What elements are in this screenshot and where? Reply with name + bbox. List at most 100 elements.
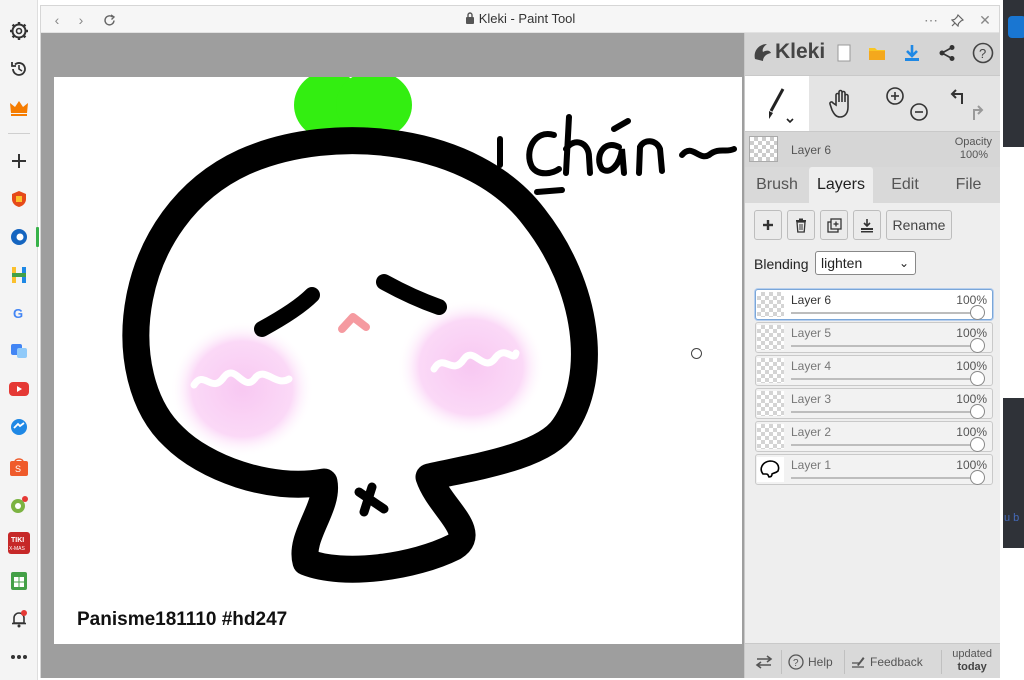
svg-text:?: ? xyxy=(793,658,799,669)
delete-layer-button[interactable] xyxy=(787,210,815,240)
add-layer-button[interactable] xyxy=(754,210,782,240)
more-icon[interactable] xyxy=(6,644,32,670)
rename-layer-button[interactable]: Rename xyxy=(886,210,952,240)
layer-opacity-track xyxy=(791,378,982,380)
h-app-icon[interactable] xyxy=(6,262,32,288)
blending-select[interactable]: lighten ⌄ xyxy=(815,251,916,275)
mouth-x xyxy=(354,482,389,517)
add-icon[interactable] xyxy=(6,148,32,174)
brush-cursor xyxy=(691,348,702,359)
close-icon[interactable]: ✕ xyxy=(975,10,995,30)
layer-thumbnail xyxy=(757,457,784,482)
swap-sides-button[interactable] xyxy=(755,644,773,679)
layer-opacity-slider[interactable] xyxy=(970,305,985,320)
bell-icon[interactable] xyxy=(6,606,32,632)
layer-opacity-slider[interactable] xyxy=(970,437,985,452)
eye-right xyxy=(376,274,447,315)
browser-sidebar: G S TIKI X-MAS xyxy=(0,0,39,680)
current-layer-thumbnail xyxy=(749,136,778,162)
tiki-icon[interactable]: TIKI X-MAS xyxy=(6,530,32,556)
layer-opacity: 100% xyxy=(956,293,987,307)
title-bar: ‹ › Kleki - Paint Tool ⋯ ✕ xyxy=(41,6,999,33)
browser-window: ‹ › Kleki - Paint Tool ⋯ ✕ Panisme181110… xyxy=(40,5,1000,678)
new-file-icon[interactable] xyxy=(832,41,856,65)
duplicate-layer-button[interactable] xyxy=(820,210,848,240)
crown-icon[interactable] xyxy=(6,95,32,121)
layer-row-5[interactable]: Layer 5 100% xyxy=(755,322,993,353)
plus-icon xyxy=(763,220,773,230)
layer-name: Layer 4 xyxy=(791,359,832,373)
kleki-logo: Kleki xyxy=(751,40,825,64)
help-button[interactable]: ? Help xyxy=(788,644,833,679)
undo-redo-tool[interactable] xyxy=(937,76,999,132)
download-icon[interactable] xyxy=(900,41,924,65)
pin-icon[interactable] xyxy=(947,10,967,30)
translate-icon[interactable] xyxy=(6,338,32,364)
layer-opacity-slider[interactable] xyxy=(970,338,985,353)
menu-dots-icon[interactable]: ⋯ xyxy=(921,10,941,30)
feedback-button[interactable]: Feedback xyxy=(851,644,923,679)
layer-opacity: 100% xyxy=(956,392,987,406)
footer-divider xyxy=(941,650,942,674)
layer-row-2[interactable]: Layer 2 100% xyxy=(755,421,993,452)
active-indicator xyxy=(36,227,39,247)
layer-opacity: 100% xyxy=(956,458,987,472)
canvas-area[interactable]: Panisme181110 #hd247 xyxy=(41,33,744,678)
layer-opacity-track xyxy=(791,444,982,446)
layer-opacity-track xyxy=(791,345,982,347)
layer-opacity: 100% xyxy=(956,425,987,439)
chat-app-icon[interactable] xyxy=(6,492,32,518)
share-icon[interactable] xyxy=(935,41,959,65)
layer-thumbnail xyxy=(757,292,784,317)
svg-text:S: S xyxy=(15,464,21,474)
layer-row-3[interactable]: Layer 3 100% xyxy=(755,388,993,419)
shield-app-icon[interactable] xyxy=(6,186,32,212)
history-icon[interactable] xyxy=(6,56,32,82)
tab-file[interactable]: File xyxy=(937,167,1000,203)
layer-opacity-slider[interactable] xyxy=(970,404,985,419)
zoom-icon xyxy=(886,87,928,121)
layer-opacity: 100% xyxy=(956,326,987,340)
merge-down-icon xyxy=(861,218,873,232)
current-layer-name: Layer 6 xyxy=(791,143,832,157)
blush-right xyxy=(397,299,545,435)
sheets-icon[interactable] xyxy=(6,568,32,594)
layer-opacity-slider[interactable] xyxy=(970,470,985,485)
messenger-icon[interactable] xyxy=(6,414,32,440)
tool-panel: Kleki ? Layer 6 Opacity 100% Brush Layer… xyxy=(744,33,1000,678)
help-icon: ? xyxy=(788,653,804,670)
hand-tool[interactable] xyxy=(811,76,875,132)
kleki-logo-text: Kleki xyxy=(775,40,826,63)
layer-row-6[interactable]: Layer 6 100% xyxy=(755,289,993,320)
chevron-down-icon: ⌄ xyxy=(898,256,909,270)
zoom-tool[interactable] xyxy=(875,76,937,132)
layer-name: Layer 3 xyxy=(791,392,832,406)
shopee-icon[interactable]: S xyxy=(6,454,32,480)
youtube-icon[interactable] xyxy=(6,376,32,402)
current-layer-info: Layer 6 Opacity 100% xyxy=(745,131,1000,167)
tab-edit[interactable]: Edit xyxy=(873,167,937,203)
svg-text:TIKI: TIKI xyxy=(11,537,24,544)
layer-opacity: 100% xyxy=(956,359,987,373)
panel-footer: ? Help Feedback updated today xyxy=(745,643,1000,678)
layer-opacity-track xyxy=(791,312,982,314)
feedback-label: Feedback xyxy=(870,654,923,669)
watermark-text: Panisme181110 #hd247 xyxy=(77,609,288,630)
tab-layers[interactable]: Layers xyxy=(809,167,873,203)
settings-icon[interactable] xyxy=(6,18,32,44)
panel-tabs: Brush Layers Edit File xyxy=(745,167,1000,203)
layer-opacity-track xyxy=(791,411,982,413)
drawing-canvas[interactable]: Panisme181110 #hd247 xyxy=(54,77,742,644)
merge-down-button[interactable] xyxy=(853,210,881,240)
help-circle-icon[interactable]: ? xyxy=(971,41,995,65)
layer-row-4[interactable]: Layer 4 100% xyxy=(755,355,993,386)
eye-left xyxy=(254,287,320,337)
layer-opacity-slider[interactable] xyxy=(970,371,985,386)
edge-app-icon[interactable] xyxy=(6,224,32,250)
save-icon[interactable] xyxy=(865,41,889,65)
brush-tool[interactable] xyxy=(745,76,809,132)
hand-icon xyxy=(829,89,849,118)
layer-row-1[interactable]: Layer 1 100% xyxy=(755,454,993,485)
tab-brush[interactable]: Brush xyxy=(745,167,809,203)
google-icon[interactable]: G xyxy=(6,300,32,326)
